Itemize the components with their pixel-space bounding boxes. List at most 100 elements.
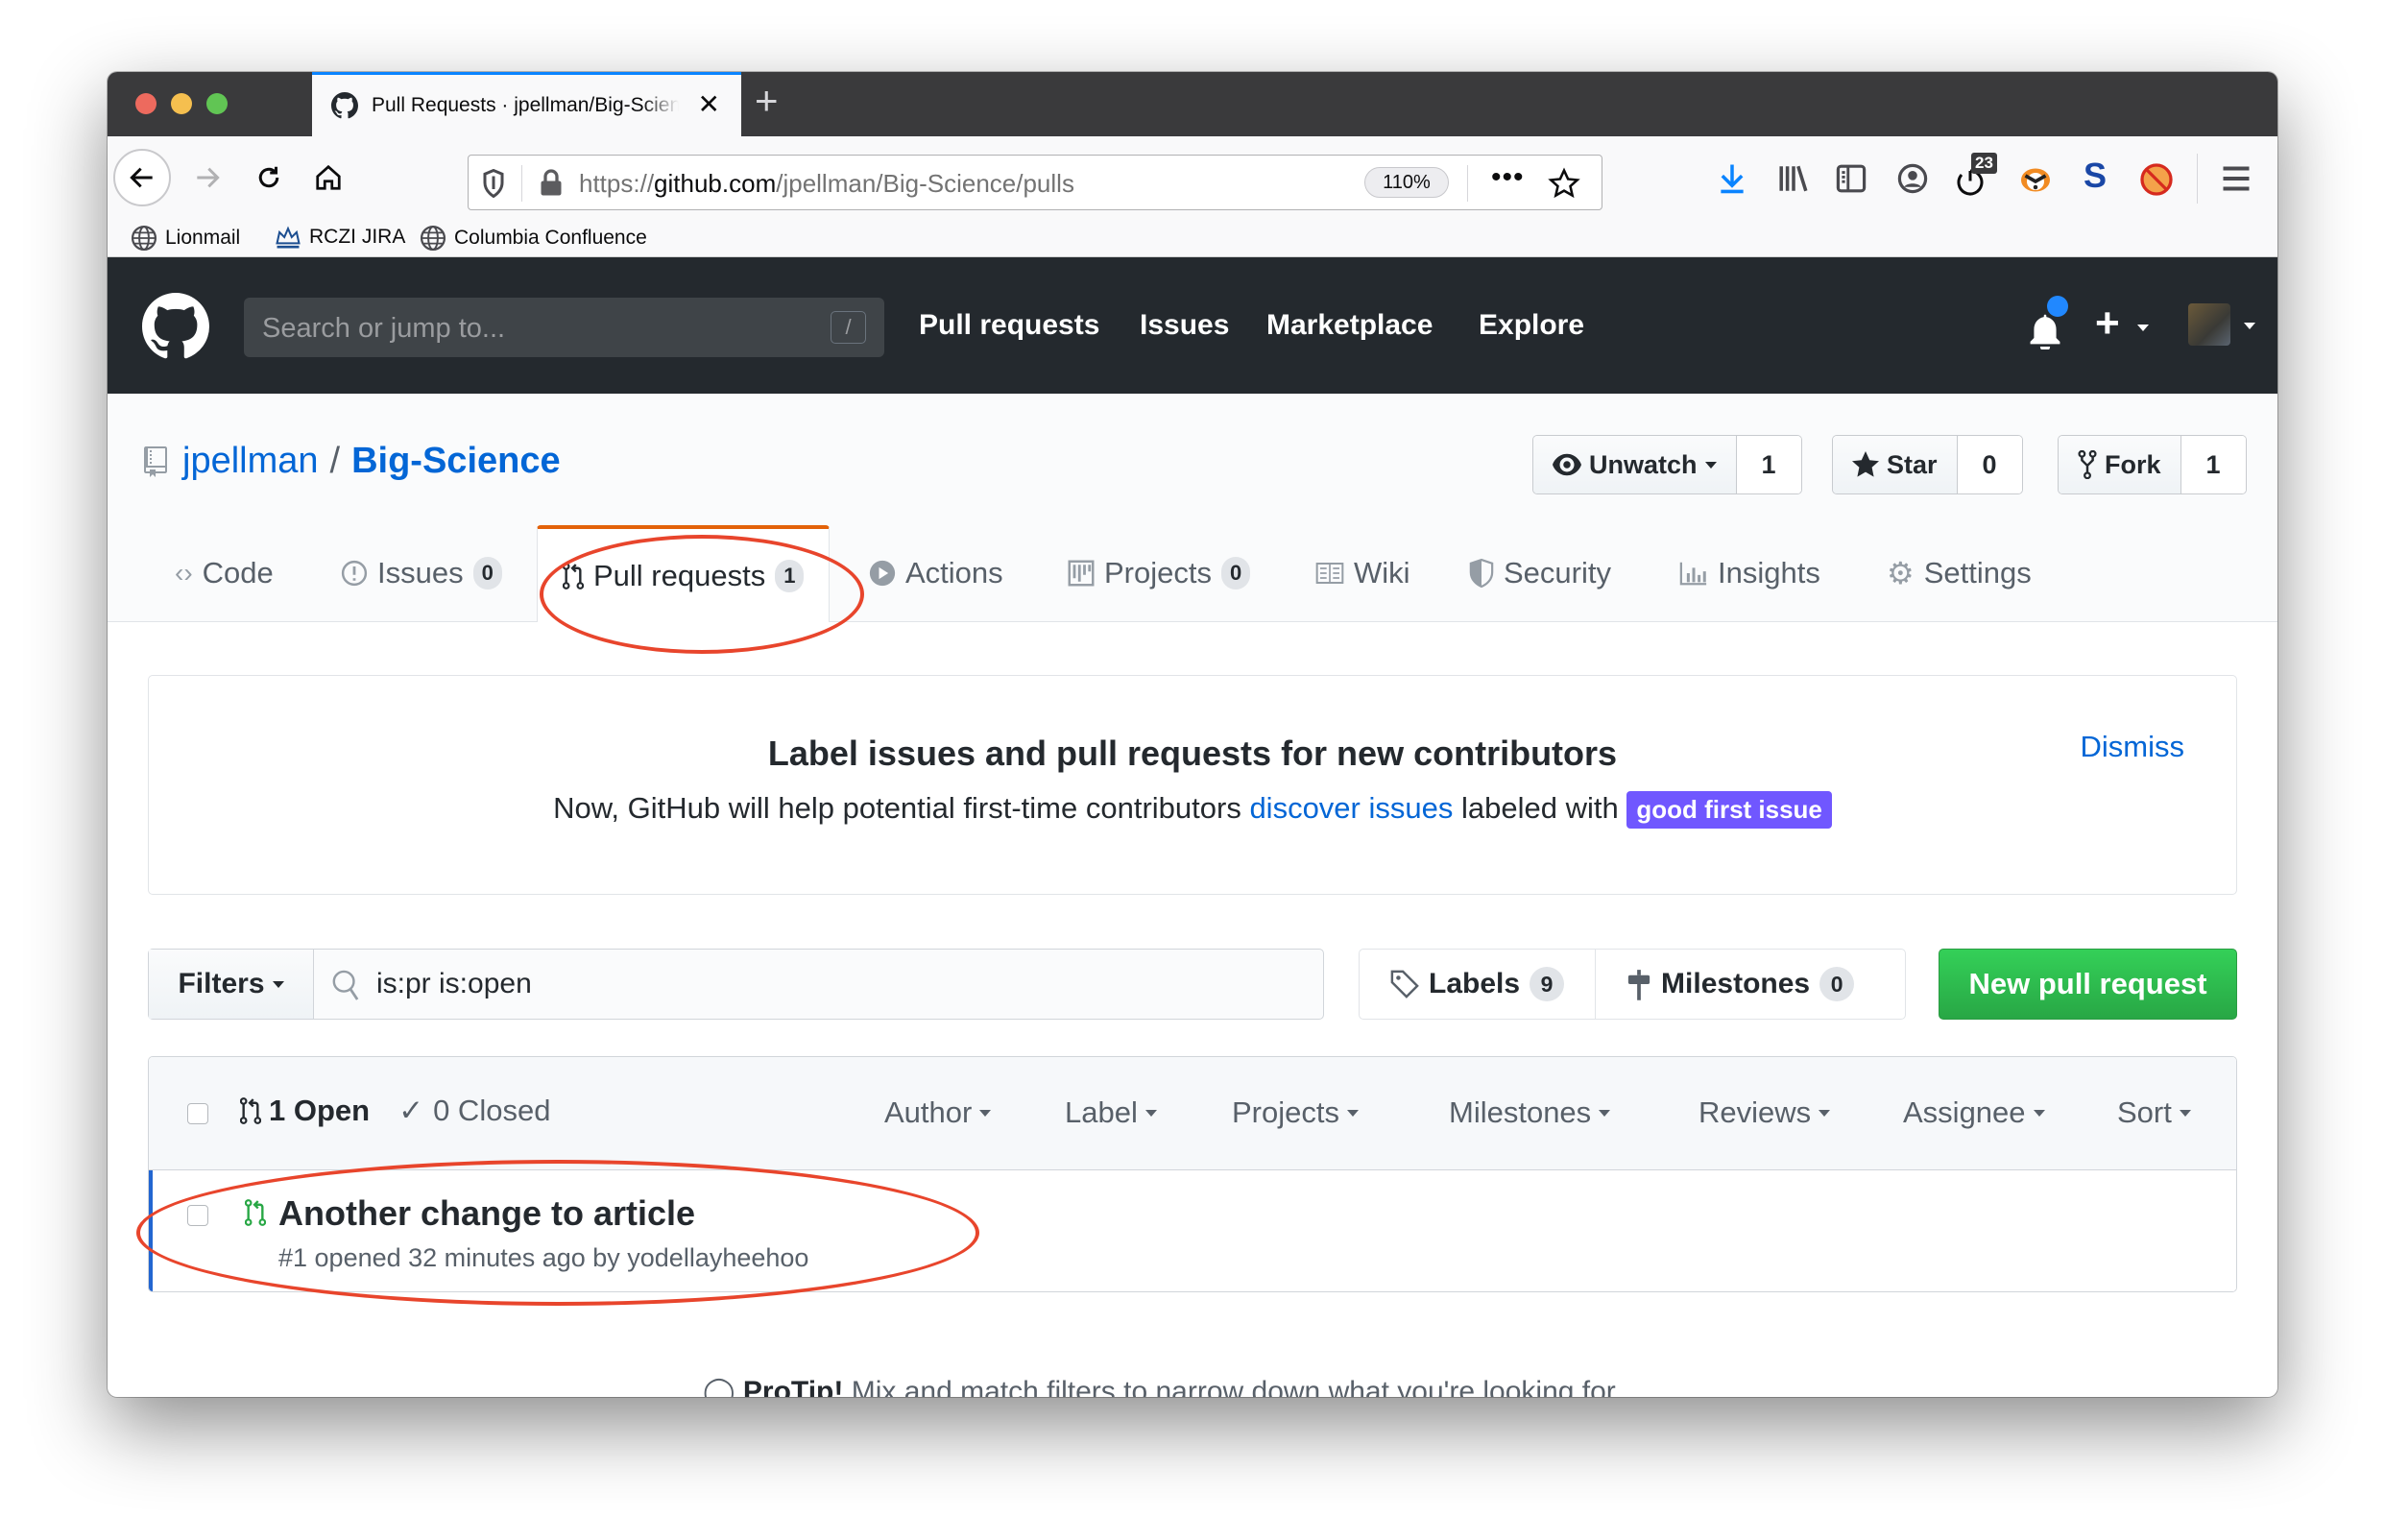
zoom-level-badge[interactable]: 110% <box>1364 167 1449 198</box>
unwatch-button[interactable]: Unwatch <box>1533 436 1737 493</box>
github-search-input[interactable]: Search or jump to... / <box>244 298 884 357</box>
fork-label: Fork <box>2105 449 2161 479</box>
extension-badge-count: 23 <box>1971 153 1997 174</box>
tab-projects[interactable]: Projects 0 <box>1068 523 1251 623</box>
watchers-count[interactable]: 1 <box>1736 436 1801 493</box>
fork-button-group: Fork 1 <box>2058 435 2247 494</box>
header-nav-explore[interactable]: Explore <box>1479 309 1584 342</box>
extension-s-icon[interactable]: S <box>2084 156 2107 196</box>
unwatch-label: Unwatch <box>1589 449 1698 479</box>
list-header: 1 Open ✓ 0 Closed Author Label Projects … <box>149 1057 2236 1170</box>
list-item: Another change to article #1 opened 32 m… <box>149 1170 2236 1291</box>
user-menu[interactable] <box>2188 303 2265 348</box>
star-button[interactable]: Star <box>1833 436 1958 493</box>
pull-request-title-link[interactable]: Another change to article <box>278 1193 695 1234</box>
tab-security[interactable]: Security <box>1469 523 1611 623</box>
filter-label: Milestones <box>1449 1095 1592 1129</box>
tracking-protection-shield-icon[interactable] <box>482 169 505 198</box>
tab-code[interactable]: ‹› Code <box>175 523 274 623</box>
header-nav-pull-requests[interactable]: Pull requests <box>919 309 1099 342</box>
milestones-button[interactable]: Milestones 0 <box>1595 950 1885 1019</box>
select-all-checkbox[interactable] <box>187 1103 208 1124</box>
close-tab-icon[interactable]: ✕ <box>698 88 720 120</box>
tab-settings[interactable]: ⚙ Settings <box>1887 523 2032 623</box>
browser-tab-active[interactable]: Pull Requests · jpellman/Big-Science ✕ <box>312 72 741 136</box>
fork-button[interactable]: Fork <box>2059 436 2181 493</box>
item-checkbox[interactable] <box>187 1205 208 1226</box>
tab-title: Pull Requests · jpellman/Big-Science <box>372 94 679 116</box>
open-filter-link[interactable]: 1 Open <box>240 1094 370 1128</box>
reload-button[interactable] <box>240 149 298 206</box>
bookmarks-toolbar: Lionmail RCZI JIRA Columbia Confluence <box>108 219 2277 257</box>
bookmark-columbia-confluence[interactable]: Columbia Confluence <box>420 225 647 252</box>
avatar <box>2188 303 2230 346</box>
home-button[interactable] <box>300 149 357 206</box>
lock-icon[interactable] <box>540 168 563 197</box>
protip-text: Mix and match filters to narrow down wha… <box>843 1376 1623 1397</box>
tab-insights[interactable]: Insights <box>1679 523 1820 623</box>
reviews-filter[interactable]: Reviews <box>1698 1095 1831 1130</box>
tab-wiki[interactable]: Wiki <box>1315 523 1410 623</box>
tab-issues[interactable]: Issues 0 <box>341 523 502 623</box>
url-text[interactable]: https://github.com/jpellman/Big-Science/… <box>579 169 1074 199</box>
label-filter[interactable]: Label <box>1065 1095 1157 1130</box>
labels-milestones-group: Labels 9 Milestones 0 <box>1359 949 1906 1020</box>
dismiss-button[interactable]: Dismiss <box>2081 730 2185 764</box>
tab-label: Settings <box>1923 556 2032 590</box>
url-separator <box>1467 165 1468 202</box>
milestones-filter[interactable]: Milestones <box>1449 1095 1611 1130</box>
close-window-button[interactable] <box>135 93 157 114</box>
star-button-group: Star 0 <box>1832 435 2023 494</box>
downloads-icon[interactable] <box>1718 163 1747 194</box>
tab-label: Issues <box>377 556 464 590</box>
discover-issues-link[interactable]: discover issues <box>1249 791 1453 825</box>
assignee-filter[interactable]: Assignee <box>1903 1095 2045 1130</box>
page-actions-menu-icon[interactable]: ••• <box>1491 161 1525 194</box>
bookmark-star-icon[interactable] <box>1548 167 1580 200</box>
sidebar-icon[interactable] <box>1836 163 1867 194</box>
repo-name-link[interactable]: Big-Science <box>351 441 561 482</box>
bookmark-rczi-jira[interactable]: RCZI JIRA <box>275 225 405 250</box>
filter-search-input[interactable]: is:pr is:open <box>314 950 1323 1019</box>
create-new-menu[interactable]: + <box>2095 300 2162 348</box>
filter-label: Label <box>1065 1095 1138 1129</box>
minimize-window-button[interactable] <box>171 93 192 114</box>
author-filter[interactable]: Author <box>884 1095 992 1130</box>
caret-down-icon <box>2137 325 2149 331</box>
forks-count[interactable]: 1 <box>2180 436 2246 493</box>
closed-filter-link[interactable]: ✓ 0 Closed <box>398 1094 550 1128</box>
tab-label: Security <box>1504 556 1611 590</box>
notifications-button[interactable] <box>2028 296 2076 353</box>
filter-label: Reviews <box>1698 1095 1812 1129</box>
github-logo-icon[interactable] <box>142 293 209 360</box>
maximize-window-button[interactable] <box>206 93 228 114</box>
gear-icon: ⚙ <box>1887 556 1915 590</box>
url-bar[interactable]: https://github.com/jpellman/Big-Science/… <box>468 155 1602 210</box>
sort-filter[interactable]: Sort <box>2117 1095 2191 1130</box>
tab-pull-requests[interactable]: Pull requests 1 <box>537 525 831 622</box>
tab-actions[interactable]: Actions <box>869 523 1003 623</box>
forward-button[interactable] <box>179 149 236 206</box>
header-nav-issues[interactable]: Issues <box>1140 309 1229 342</box>
repo-owner-link[interactable]: jpellman <box>182 441 319 482</box>
back-button[interactable] <box>113 149 171 206</box>
account-icon[interactable] <box>1897 163 1928 194</box>
blocked-extension-icon[interactable] <box>2139 162 2174 197</box>
bookmark-lionmail[interactable]: Lionmail <box>131 225 240 252</box>
bookmark-label: RCZI JIRA <box>309 226 406 248</box>
crown-icon <box>276 226 301 249</box>
stars-count[interactable]: 0 <box>1957 436 2022 493</box>
browser-window: Pull Requests · jpellman/Big-Science ✕ +… <box>108 72 2277 1397</box>
header-nav-marketplace[interactable]: Marketplace <box>1266 309 1433 342</box>
filters-dropdown-button[interactable]: Filters <box>149 950 314 1019</box>
new-tab-button[interactable]: + <box>755 78 779 124</box>
privacy-badger-icon[interactable] <box>2018 162 2053 195</box>
labels-button[interactable]: Labels 9 <box>1360 950 1595 1019</box>
code-icon: ‹› <box>175 558 193 588</box>
new-pull-request-button[interactable]: New pull request <box>1939 949 2237 1020</box>
library-icon[interactable] <box>1778 163 1809 194</box>
projects-filter[interactable]: Projects <box>1232 1095 1359 1130</box>
hamburger-menu-icon[interactable] <box>2222 165 2251 192</box>
extension-timer-button[interactable]: 23 <box>1956 153 1997 199</box>
caret-down-icon <box>979 1109 992 1117</box>
